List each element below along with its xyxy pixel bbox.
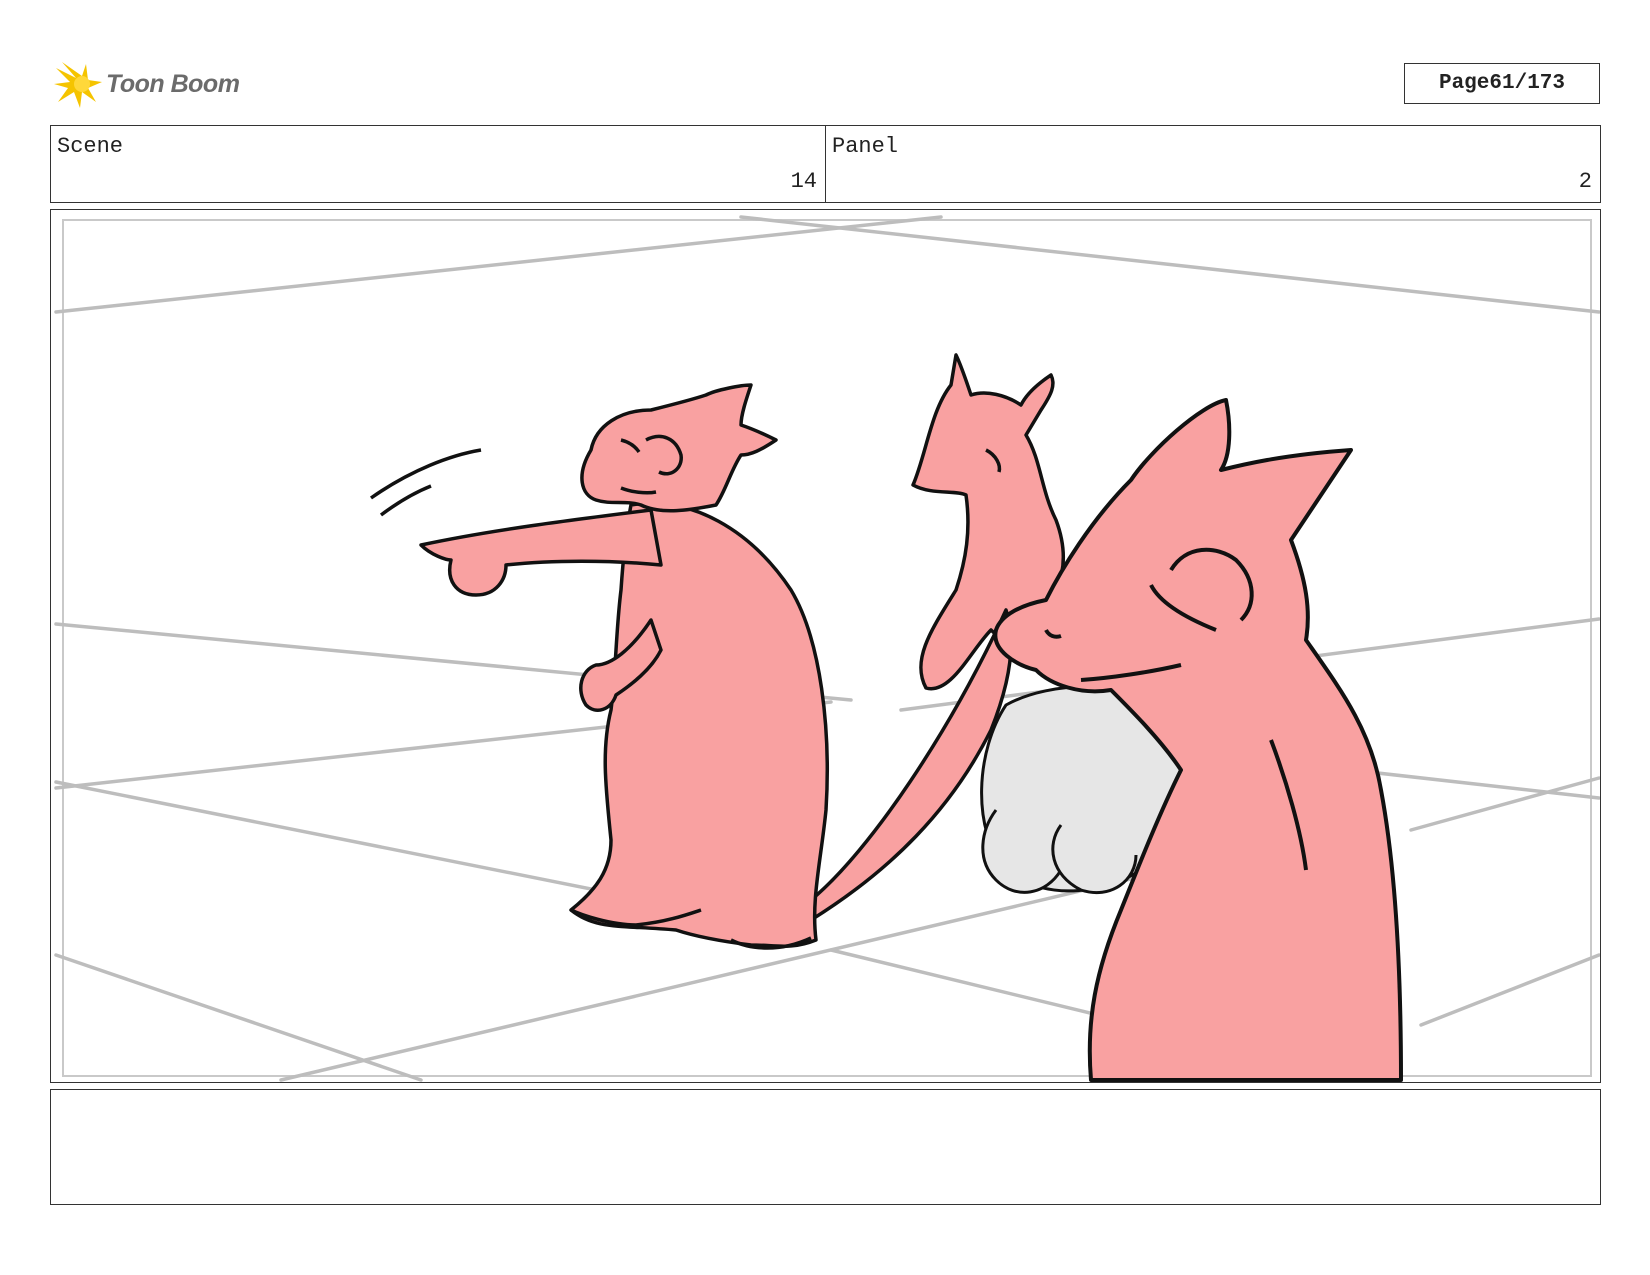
logo-text: Toon Boom (106, 69, 240, 98)
storyboard-panel (50, 209, 1601, 1083)
toon-boom-burst-icon (54, 62, 102, 108)
scene-label: Scene (57, 134, 124, 159)
scene-panel-info: Scene 14 Panel 2 (50, 125, 1601, 203)
panel-number: 2 (1578, 169, 1592, 194)
panel-drawing (54, 215, 1600, 1082)
page-counter: Page 61/173 (1404, 63, 1600, 104)
page-label: Page (1438, 72, 1490, 95)
scene-number: 14 (790, 169, 817, 194)
panel-cell: Panel 2 (825, 126, 1600, 202)
scene-cell: Scene 14 (51, 126, 825, 202)
toon-boom-logo: Toon Boom (52, 56, 252, 112)
panel-label: Panel (832, 134, 899, 159)
panel-notes-box[interactable] (50, 1089, 1601, 1205)
page-value: 61/173 (1489, 72, 1566, 95)
